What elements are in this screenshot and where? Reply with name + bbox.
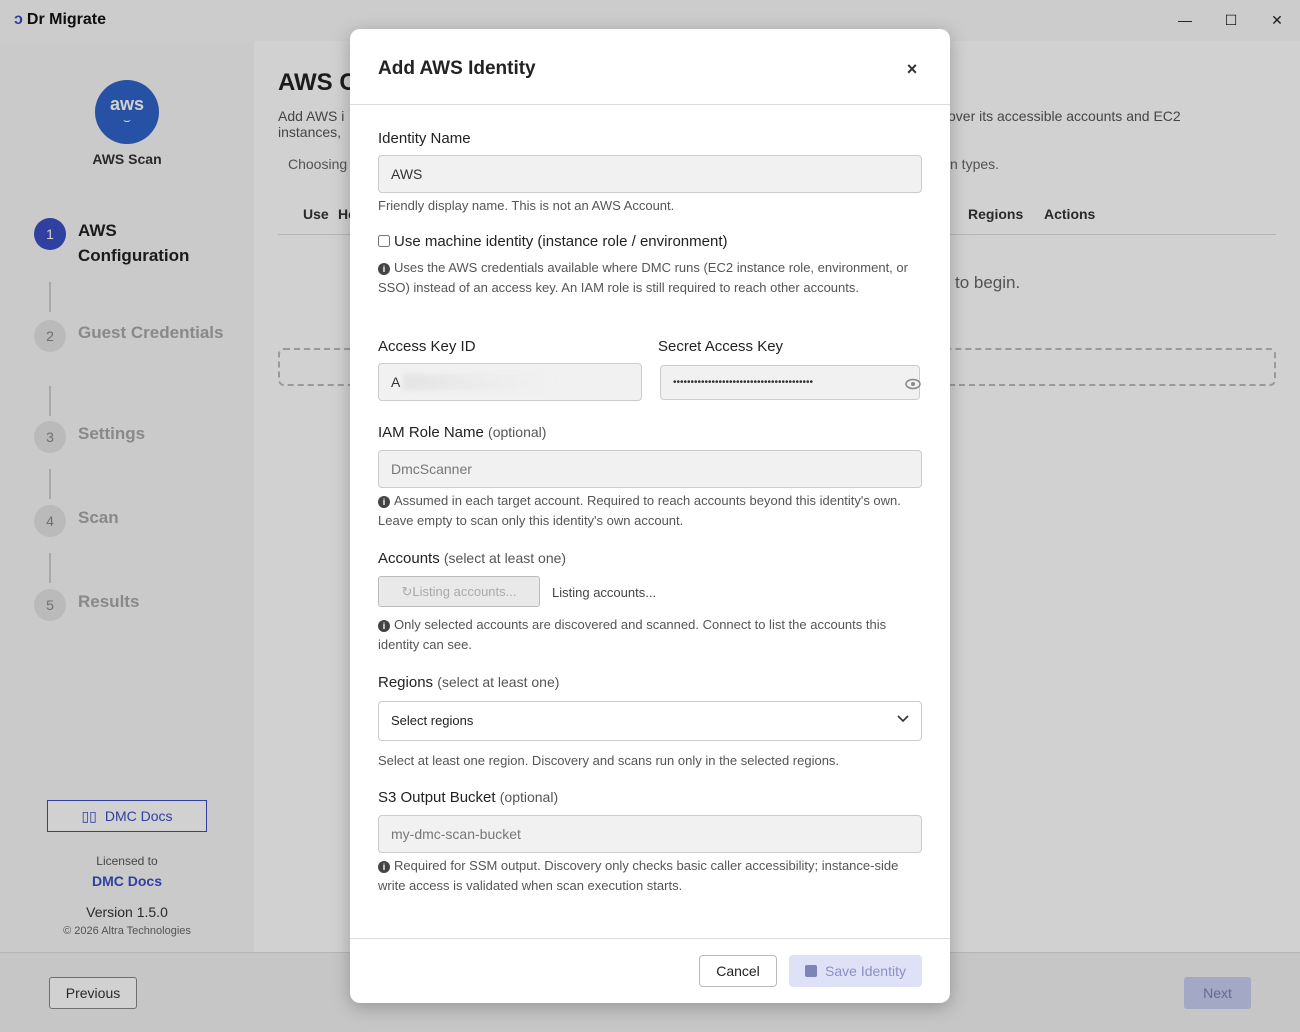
- accounts-label-text: Accounts: [378, 550, 440, 567]
- regions-label: Regions (select at least one): [378, 674, 559, 691]
- machine-identity-help-text: Uses the AWS credentials available where…: [378, 260, 908, 295]
- optional-tag: (optional): [488, 424, 547, 440]
- list-accounts-label: Listing accounts...: [412, 584, 517, 599]
- cancel-button[interactable]: Cancel: [699, 955, 777, 987]
- secret-key-mask: ••••••••••••••••••••••••••••••••••••••••: [673, 377, 814, 388]
- accounts-help-text: Only selected accounts are discovered an…: [378, 617, 887, 652]
- machine-identity-checkbox[interactable]: [378, 235, 390, 247]
- s3-bucket-input[interactable]: my-dmc-scan-bucket: [378, 815, 922, 853]
- info-icon: i: [378, 861, 390, 873]
- regions-select-value: Select regions: [391, 713, 474, 728]
- list-accounts-button[interactable]: ↻Listing accounts...: [378, 576, 540, 607]
- identity-name-label: Identity Name: [378, 130, 471, 147]
- secret-key-input[interactable]: ••••••••••••••••••••••••••••••••••••••••: [660, 365, 921, 400]
- iam-role-label: IAM Role Name (optional): [378, 424, 546, 441]
- access-key-input[interactable]: A: [378, 363, 642, 401]
- access-key-label: Access Key ID: [378, 338, 476, 355]
- dialog-header: Add AWS Identity ×: [350, 29, 950, 105]
- regions-label-text: Regions: [378, 674, 434, 691]
- optional-tag: (optional): [499, 789, 559, 805]
- add-aws-identity-dialog: Add AWS Identity × Identity Name AWS Fri…: [350, 29, 950, 1003]
- refresh-icon: ↻: [401, 584, 413, 599]
- s3-bucket-help: i Required for SSM output. Discovery only…: [378, 856, 923, 896]
- accounts-qualifier: (select at least one): [443, 550, 567, 566]
- chevron-down-icon: [897, 715, 909, 723]
- accounts-label: Accounts (select at least one): [378, 550, 566, 567]
- regions-select[interactable]: Select regions: [378, 701, 922, 741]
- machine-identity-row: Use machine identity (instance role / en…: [378, 233, 728, 250]
- save-identity-label: Save Identity: [825, 963, 906, 979]
- iam-role-label-text: IAM Role Name: [378, 424, 484, 441]
- info-icon: i: [378, 263, 390, 275]
- eye-icon[interactable]: [905, 377, 921, 391]
- access-key-value: A: [391, 374, 401, 390]
- info-icon: i: [378, 620, 390, 632]
- s3-bucket-help-text: Required for SSM output. Discovery only …: [378, 858, 899, 893]
- machine-identity-label: Use machine identity (instance role / en…: [394, 233, 728, 250]
- identity-name-input[interactable]: AWS: [378, 155, 922, 193]
- regions-help: Select at least one region. Discovery an…: [378, 753, 840, 768]
- accounts-status: Listing accounts...: [552, 585, 657, 600]
- s3-bucket-label-text: S3 Output Bucket: [378, 789, 496, 806]
- redacted-key: [403, 374, 553, 390]
- accounts-help: i Only selected accounts are discovered a…: [378, 615, 923, 655]
- save-identity-button[interactable]: Save Identity: [789, 955, 922, 987]
- machine-identity-help: i Uses the AWS credentials available wher…: [378, 258, 923, 298]
- regions-qualifier: (select at least one): [437, 674, 560, 690]
- s3-bucket-label: S3 Output Bucket (optional): [378, 789, 558, 806]
- identity-name-help: Friendly display name. This is not an AW…: [378, 198, 675, 213]
- iam-role-help-text: Assumed in each target account. Required…: [378, 493, 901, 528]
- secret-key-label: Secret Access Key: [658, 338, 784, 355]
- info-icon: i: [378, 496, 390, 508]
- dialog-title: Add AWS Identity: [378, 58, 536, 79]
- save-icon: [805, 965, 818, 977]
- dialog-footer-divider: [350, 938, 950, 939]
- iam-role-input[interactable]: DmcScanner: [378, 450, 922, 488]
- iam-role-help: i Assumed in each target account. Require…: [378, 491, 923, 531]
- close-icon[interactable]: ×: [902, 59, 922, 79]
